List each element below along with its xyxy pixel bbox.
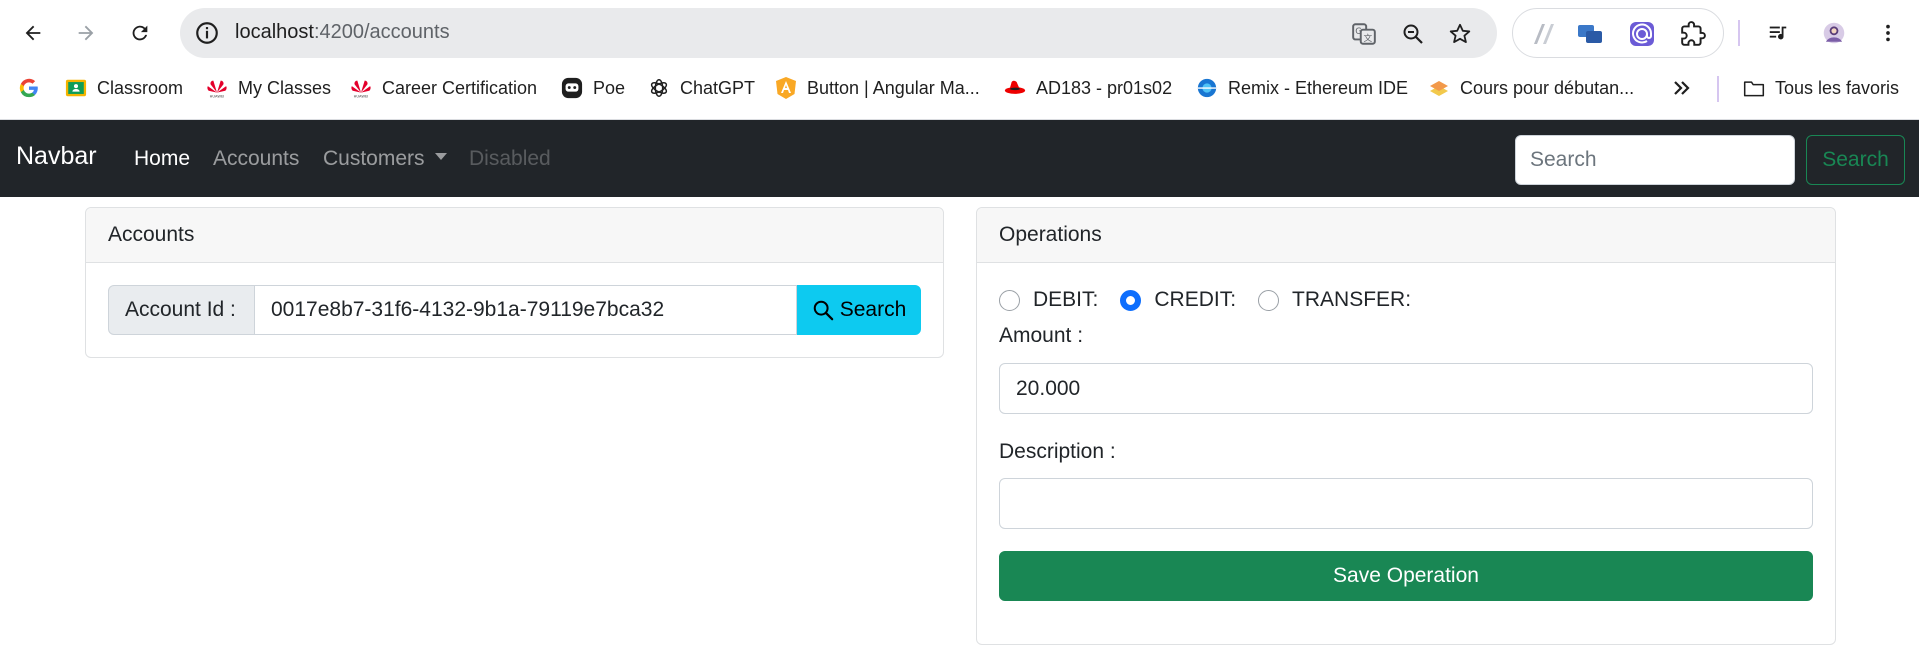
svg-text:HUAWEI: HUAWEI bbox=[210, 95, 225, 99]
browser-toolbar: localhost:4200/accounts 文G bbox=[0, 0, 1919, 66]
forward-arrow-icon bbox=[78, 25, 94, 41]
forward-button[interactable] bbox=[68, 15, 104, 51]
url-text: localhost:4200/accounts bbox=[235, 21, 450, 43]
back-button[interactable] bbox=[15, 15, 51, 51]
svg-text:文: 文 bbox=[1363, 32, 1372, 44]
bookmarks-bar: Classroom HUAWEI My Classes HUAWEI Caree… bbox=[0, 70, 1919, 106]
navbar-brand[interactable]: Navbar bbox=[16, 142, 97, 171]
navbar-search-button[interactable]: Search bbox=[1806, 135, 1905, 185]
more-bookmarks-button[interactable] bbox=[1672, 74, 1692, 102]
media-control-button[interactable] bbox=[1760, 15, 1796, 51]
extensions-group bbox=[1512, 8, 1724, 58]
all-bookmarks-label: Tous les favoris bbox=[1775, 77, 1900, 98]
poe-icon bbox=[561, 77, 583, 99]
bookmark-label: Classroom bbox=[97, 77, 184, 98]
double-chevron-right-icon bbox=[1674, 81, 1690, 95]
reload-icon bbox=[132, 25, 148, 41]
search-icon bbox=[813, 300, 833, 321]
customers-label: Customers bbox=[323, 147, 425, 170]
bookmark-label: Career Certification bbox=[382, 77, 538, 98]
nav-link-home[interactable]: Home bbox=[134, 147, 190, 171]
account-id-input[interactable] bbox=[254, 285, 797, 335]
huawei-icon: HUAWEI bbox=[206, 77, 228, 99]
google-classroom-icon bbox=[65, 77, 87, 99]
debit-label: DEBIT: bbox=[1033, 288, 1099, 311]
browser-menu-button[interactable] bbox=[1870, 15, 1906, 51]
bookmark-label: AD183 - pr01s02 bbox=[1036, 77, 1173, 98]
bookmark-ad183[interactable]: AD183 - pr01s02 bbox=[1004, 74, 1172, 102]
bookmark-label: Button | Angular Ma... bbox=[807, 77, 980, 98]
bookmark-label: Cours pour débutan... bbox=[1460, 77, 1635, 98]
debit-radio[interactable] bbox=[999, 289, 1020, 311]
bookmark-angular-material[interactable]: Button | Angular Ma... bbox=[775, 74, 980, 102]
save-operation-button[interactable]: Save Operation bbox=[999, 551, 1813, 601]
bookmark-remix[interactable]: Remix - Ethereum IDE bbox=[1196, 74, 1408, 102]
bookmark-my-classes[interactable]: HUAWEI My Classes bbox=[206, 74, 331, 102]
all-bookmarks-folder[interactable]: Tous les favoris bbox=[1743, 74, 1899, 102]
remix-icon bbox=[1196, 77, 1218, 99]
amount-input[interactable] bbox=[999, 363, 1813, 414]
course-icon bbox=[1428, 77, 1450, 99]
navbar-search-input[interactable] bbox=[1515, 135, 1795, 185]
account-search-button[interactable]: Search bbox=[797, 285, 921, 335]
accounts-card-header: Accounts bbox=[86, 208, 943, 263]
transfer-radio[interactable] bbox=[1258, 289, 1280, 311]
bookmark-label: ChatGPT bbox=[680, 77, 756, 98]
google-icon bbox=[19, 78, 38, 98]
credit-label: CREDIT: bbox=[1154, 288, 1237, 311]
bookmark-label: Poe bbox=[593, 77, 626, 98]
dropdown-caret-icon bbox=[434, 153, 447, 160]
toolbar-separator bbox=[1738, 20, 1740, 46]
bookmark-cours[interactable]: Cours pour débutan... bbox=[1428, 74, 1634, 102]
amount-label: Amount : bbox=[999, 324, 1084, 347]
bookmarks-separator bbox=[1717, 76, 1719, 102]
bookmark-google[interactable] bbox=[18, 74, 40, 102]
bookmark-career-certification[interactable]: HUAWEI Career Certification bbox=[350, 74, 537, 102]
svg-text:HUAWEI: HUAWEI bbox=[354, 95, 369, 99]
nav-link-accounts[interactable]: Accounts bbox=[213, 147, 299, 171]
description-input[interactable] bbox=[999, 478, 1813, 529]
back-arrow-icon bbox=[25, 25, 41, 41]
profile-avatar[interactable] bbox=[1816, 15, 1852, 51]
avatar-icon bbox=[1823, 22, 1845, 44]
search-button-label: Search bbox=[839, 298, 907, 321]
credit-radio[interactable] bbox=[1120, 289, 1142, 311]
account-id-label: Account Id : bbox=[108, 285, 255, 335]
mention-extension-icon[interactable] bbox=[1628, 20, 1656, 48]
bookmark-label: My Classes bbox=[238, 77, 332, 98]
nav-link-customers[interactable]: Customers bbox=[323, 147, 447, 171]
bookmark-chatgpt[interactable]: ChatGPT bbox=[648, 74, 755, 102]
zoom-icon[interactable] bbox=[1399, 20, 1427, 48]
description-label: Description : bbox=[999, 440, 1116, 463]
huawei-icon: HUAWEI bbox=[350, 77, 372, 99]
account-search-group: Account Id : Search bbox=[108, 285, 921, 335]
chatgpt-icon bbox=[648, 77, 670, 99]
site-info-icon[interactable] bbox=[194, 20, 220, 46]
accounts-card: Accounts Account Id : Search bbox=[85, 207, 944, 358]
kebab-menu-icon bbox=[1886, 24, 1890, 42]
extension-a-icon[interactable] bbox=[1532, 20, 1560, 48]
app-navbar: Navbar Home Accounts Customers Disabled … bbox=[0, 120, 1919, 197]
bookmark-star-icon[interactable] bbox=[1446, 20, 1474, 48]
translate-icon[interactable]: 文G bbox=[1350, 20, 1378, 48]
address-bar[interactable]: localhost:4200/accounts 文G bbox=[180, 8, 1497, 58]
puzzle-extensions-icon[interactable] bbox=[1679, 20, 1707, 48]
transfer-label: TRANSFER: bbox=[1292, 288, 1412, 311]
bookmark-classroom[interactable]: Classroom bbox=[65, 74, 183, 102]
playlist-icon bbox=[1769, 26, 1787, 40]
operations-card-header: Operations bbox=[977, 208, 1835, 263]
chat-extension-icon[interactable] bbox=[1576, 20, 1604, 48]
svg-text:G: G bbox=[1355, 27, 1362, 37]
operations-card: Operations DEBIT: CREDIT: TRANSFER: Amou… bbox=[976, 207, 1836, 645]
folder-icon bbox=[1743, 77, 1765, 99]
redhat-icon bbox=[1004, 77, 1026, 99]
bookmark-poe[interactable]: Poe bbox=[561, 74, 625, 102]
angular-material-icon bbox=[775, 77, 797, 99]
operation-type-radio-group: DEBIT: CREDIT: TRANSFER: bbox=[999, 287, 1433, 313]
nav-link-disabled: Disabled bbox=[469, 147, 551, 170]
bookmark-label: Remix - Ethereum IDE bbox=[1228, 77, 1409, 98]
reload-button[interactable] bbox=[122, 15, 158, 51]
